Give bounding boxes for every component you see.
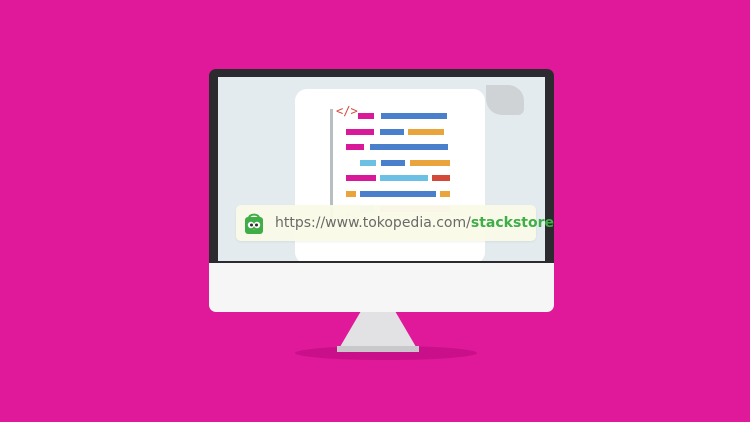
code-block xyxy=(346,190,356,197)
code-block xyxy=(360,190,436,197)
code-block xyxy=(360,159,376,166)
code-block xyxy=(381,113,447,119)
url-text: https://www.tokopedia.com/stackstore xyxy=(275,214,554,232)
code-gutter xyxy=(330,109,333,219)
code-block xyxy=(432,175,450,181)
code-block xyxy=(381,159,405,166)
code-tag-icon: </> xyxy=(336,104,358,118)
code-block xyxy=(346,175,376,181)
code-block xyxy=(380,175,428,181)
monitor-stand-base xyxy=(337,346,419,352)
url-path: stackstore xyxy=(470,215,554,231)
monitor: </> </> xyxy=(209,69,554,312)
code-block xyxy=(408,128,444,135)
address-bar[interactable]: https://www.tokopedia.com/stackstore xyxy=(236,205,554,241)
url-base: https://www.tokopedia.com/ xyxy=(275,215,471,231)
code-block xyxy=(346,128,374,135)
paper-curl-icon xyxy=(486,85,524,115)
code-block xyxy=(380,128,404,135)
code-block xyxy=(410,159,450,166)
code-block xyxy=(370,144,448,150)
code-block xyxy=(358,113,374,119)
code-block xyxy=(346,144,364,150)
code-block xyxy=(440,190,450,197)
tokopedia-bag-icon xyxy=(245,213,263,234)
monitor-chin xyxy=(209,263,554,312)
banner-canvas: </> </> https://www.tokopedia.com/stacks… xyxy=(0,0,750,422)
